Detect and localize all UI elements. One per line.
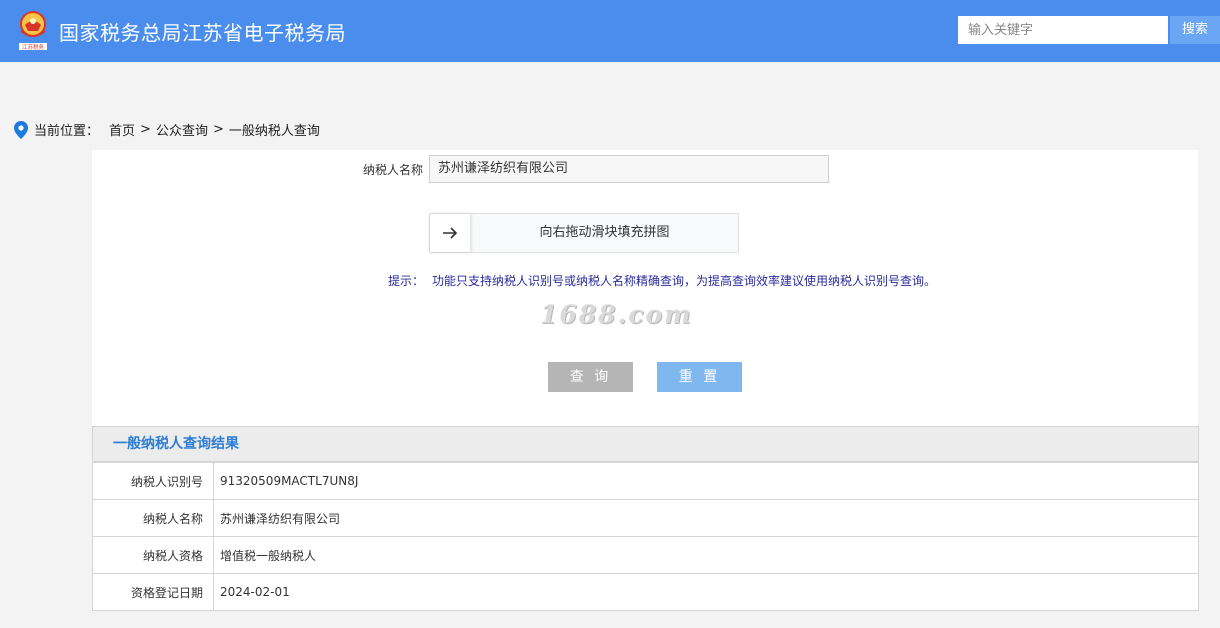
breadcrumb-home[interactable]: 首页 xyxy=(109,120,135,139)
search-button[interactable]: 搜索 xyxy=(1170,16,1220,44)
breadcrumb-current: 一般纳税人查询 xyxy=(228,124,320,139)
row-value: 苏州谦泽纺织有限公司 xyxy=(213,499,1199,537)
breadcrumb-separator: > xyxy=(212,122,224,137)
query-panel xyxy=(92,150,1198,428)
breadcrumb: 当前位置： 首页 > 公众查询 > 一般纳税人查询 xyxy=(14,120,320,139)
tip-text: 功能只支持纳税人识别号或纳税人名称精确查询，为提高查询效率建议使用纳税人识别号查… xyxy=(432,274,937,288)
table-row: 纳税人资格 增值税一般纳税人 xyxy=(92,536,1199,574)
arrow-right-icon xyxy=(443,227,458,239)
row-label: 资格登记日期 xyxy=(92,573,214,611)
reset-button[interactable]: 重 置 xyxy=(657,362,742,392)
captcha-slider[interactable]: 向右拖动滑块填充拼图 xyxy=(429,213,739,253)
breadcrumb-label: 当前位置： xyxy=(34,124,100,139)
result-title: 一般纳税人查询结果 xyxy=(92,426,1199,462)
tax-emblem-logo[interactable]: 江苏税务 xyxy=(16,9,50,51)
taxpayer-name-label: 纳税人名称 xyxy=(363,163,424,177)
row-label: 纳税人名称 xyxy=(92,499,214,537)
slider-handle[interactable] xyxy=(430,214,471,252)
result-table: 纳税人识别号 91320509MACTL7UN8J 纳税人名称 苏州谦泽纺织有限… xyxy=(92,462,1199,611)
row-value: 2024-02-01 xyxy=(213,573,1199,611)
top-header: 江苏税务 国家税务总局江苏省电子税务局 搜索 xyxy=(0,0,1220,62)
table-row: 资格登记日期 2024-02-01 xyxy=(92,573,1199,611)
search-input[interactable] xyxy=(958,16,1168,44)
row-value: 91320509MACTL7UN8J xyxy=(213,462,1199,500)
breadcrumb-separator: > xyxy=(140,122,151,137)
location-pin-icon xyxy=(14,120,28,139)
watermark: 1688.com xyxy=(540,300,693,329)
row-value: 增值税一般纳税人 xyxy=(213,536,1199,574)
breadcrumb-public-query[interactable]: 公众查询 xyxy=(156,120,208,139)
query-tip: 提示： 功能只支持纳税人识别号或纳税人名称精确查询，为提高查询效率建议使用纳税人识… xyxy=(388,272,936,289)
table-row: 纳税人名称 苏州谦泽纺织有限公司 xyxy=(92,499,1199,537)
taxpayer-name-input[interactable]: 苏州谦泽纺织有限公司 xyxy=(429,155,829,183)
logo-caption: 江苏税务 xyxy=(22,43,45,51)
row-label: 纳税人识别号 xyxy=(92,462,214,500)
table-row: 纳税人识别号 91320509MACTL7UN8J xyxy=(92,462,1199,500)
row-label: 纳税人资格 xyxy=(92,536,214,574)
tip-label: 提示： xyxy=(388,274,425,288)
result-section: 一般纳税人查询结果 纳税人识别号 91320509MACTL7UN8J 纳税人名… xyxy=(92,426,1199,611)
site-title[interactable]: 国家税务总局江苏省电子税务局 xyxy=(59,17,346,46)
slider-hint: 向右拖动滑块填充拼图 xyxy=(539,225,670,240)
query-button[interactable]: 查 询 xyxy=(548,362,633,392)
